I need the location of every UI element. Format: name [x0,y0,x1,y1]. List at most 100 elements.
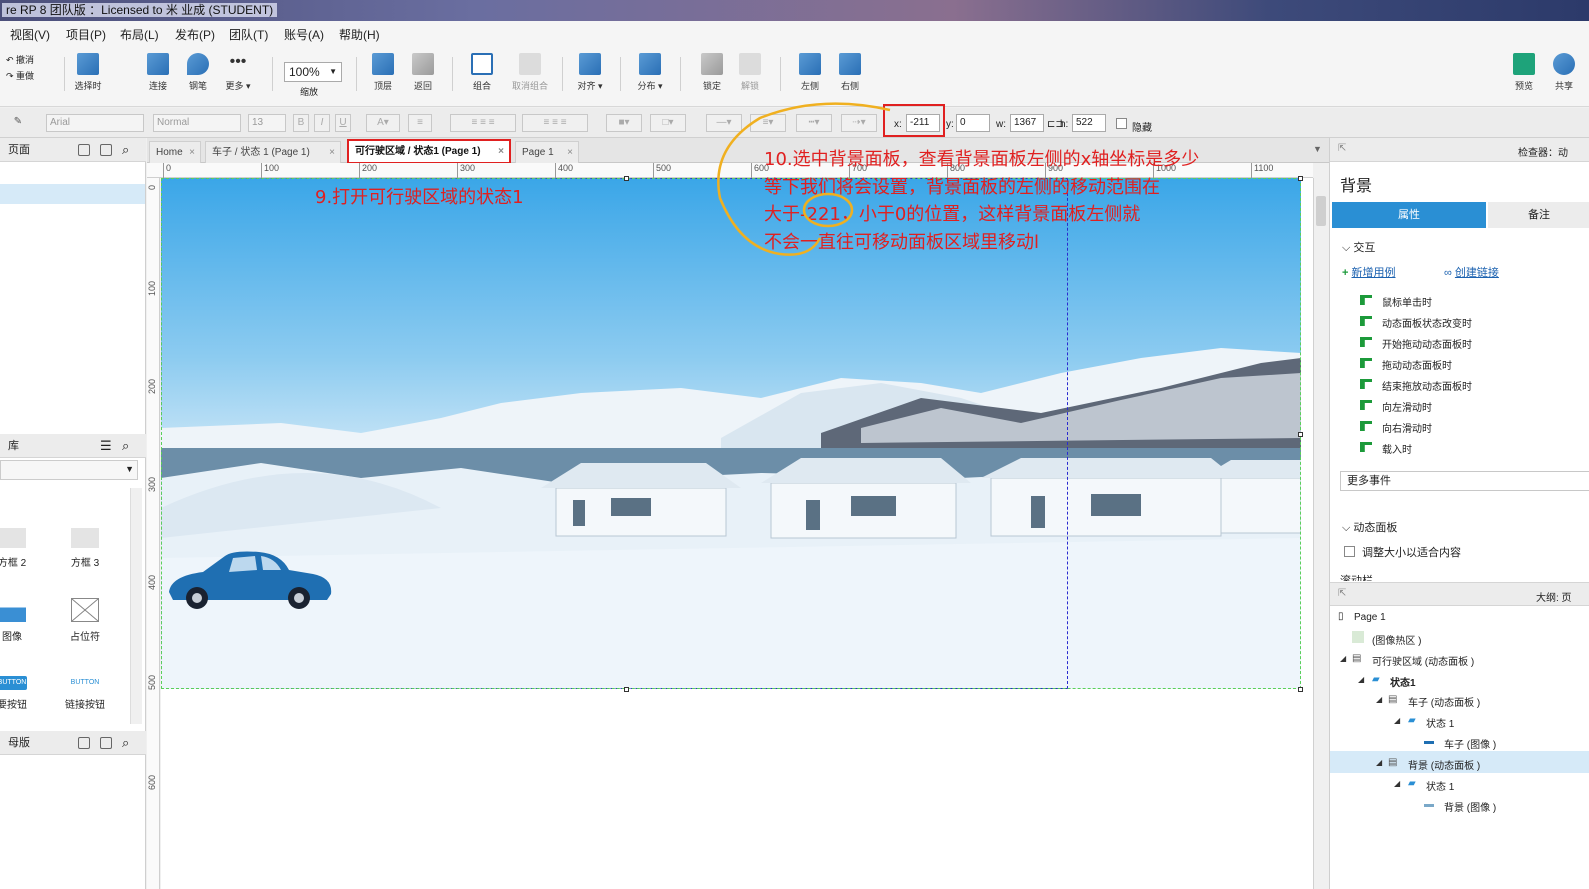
tab-overflow-icon[interactable]: ▼ [1313,144,1322,154]
event-state-change[interactable]: 动态面板状态改变时 [1382,315,1472,330]
resize-handle[interactable] [1298,176,1303,181]
resize-handle[interactable] [624,687,629,692]
unlock-button[interactable]: 解锁 [728,53,772,92]
right-button[interactable]: 右侧 [828,53,872,92]
library-item[interactable]: 图像 [0,598,42,643]
masters-search-icon[interactable]: ⌕ [122,731,129,755]
outline-collapse-icon[interactable]: ⇱ [1338,588,1346,599]
create-link[interactable]: ∞ 创建链接 [1444,264,1499,280]
left-button[interactable]: 左侧 [788,53,832,92]
library-search-icon[interactable]: ⌕ [122,434,129,458]
design-canvas[interactable] [161,176,1313,889]
bold-button[interactable]: B [293,114,309,132]
tab-page1[interactable]: Page 1 × [515,141,579,163]
resize-handle[interactable] [624,176,629,181]
outline-item-state1[interactable]: 状态1 [1390,674,1416,689]
menu-view[interactable]: 视图(V) [10,26,50,43]
h-input[interactable]: 522 [1072,114,1106,132]
bullet-button[interactable]: ≡ [408,114,432,132]
library-select[interactable]: ▼ [0,460,138,480]
menu-account[interactable]: 账号(A) [284,26,324,43]
redo-button[interactable]: ↷ 重做 [6,69,34,82]
add-master-icon[interactable] [78,737,90,749]
text-align-group[interactable]: ≡ ≡ ≡ [450,114,516,132]
collapse-icon[interactable]: ⇱ [1338,143,1346,154]
edit-style-icon[interactable]: ✎ [10,114,26,132]
close-icon[interactable]: × [567,142,573,164]
underline-button[interactable]: U [335,114,351,132]
y-input[interactable]: 0 [956,114,990,132]
event-click[interactable]: 鼠标单击时 [1382,294,1432,309]
undo-button[interactable]: ↶ 撤消 [6,53,34,66]
ungroup-button[interactable]: 取消组合 [504,53,556,92]
font-family-select[interactable]: Arial [46,114,144,132]
outline-item-page1[interactable]: Page 1 [1354,612,1386,623]
menu-help[interactable]: 帮助(H) [339,26,380,43]
scroll-thumb[interactable] [1316,196,1326,226]
italic-button[interactable]: I [314,114,330,132]
tab-drivable-area-state1[interactable]: 可行驶区域 / 状态1 (Page 1) × [347,139,511,164]
menu-team[interactable]: 团队(T) [229,26,268,43]
zoom-select[interactable]: 100% ▼ [284,62,342,82]
page-row-selected[interactable] [0,184,145,204]
add-page-icon[interactable] [78,144,90,156]
outline-item-drivable-area[interactable]: 可行驶区域 (动态面板 ) [1372,653,1474,668]
distribute-button[interactable]: 分布 ▾ [628,53,672,92]
group-button[interactable]: 组合 [460,53,504,92]
widget-name[interactable]: 背景 [1340,172,1372,196]
shadow-button[interactable]: □▾ [650,114,686,132]
font-size-select[interactable]: 13 [248,114,286,132]
event-drag[interactable]: 拖动动态面板时 [1382,357,1452,372]
bring-to-top-button[interactable]: 顶层 [361,53,405,92]
preview-button[interactable]: 预览 [1502,53,1546,92]
font-color-button[interactable]: A▾ [366,114,400,132]
event-swipe-left[interactable]: 向左滑动时 [1382,399,1432,414]
valign-group[interactable]: ≡ ≡ ≡ [522,114,588,132]
more-events-select[interactable]: 更多事件 [1340,471,1589,491]
resize-handle[interactable] [1298,432,1303,437]
close-icon[interactable]: × [498,141,504,163]
menu-icon[interactable]: ☰ [100,434,112,458]
library-item[interactable]: BUTTON 链接按钮 [55,676,115,711]
outline-item-hotspot[interactable]: (图像热区 ) [1372,632,1421,647]
outline-item-bg-panel[interactable]: 背景 (动态面板 ) [1408,757,1480,772]
library-item[interactable]: BUTTON 要按钮 [0,676,42,711]
fit-content-checkbox[interactable] [1344,546,1355,557]
event-drag-start[interactable]: 开始拖动动态面板时 [1382,336,1472,351]
library-item[interactable]: 方框 3 [55,528,115,569]
menu-project[interactable]: 项目(P) [66,26,106,43]
font-style-select[interactable]: Normal [153,114,241,132]
new-case-link[interactable]: + 新增用例 [1342,264,1396,280]
hidden-checkbox[interactable] [1116,118,1127,129]
canvas-scrollbar[interactable] [1313,178,1329,889]
library-item[interactable]: 方框 2 [0,528,42,569]
menu-publish[interactable]: 发布(P) [175,26,215,43]
fill-color-button[interactable]: ■▾ [606,114,642,132]
library-item[interactable]: 占位符 [55,598,115,643]
tab-properties[interactable]: 属性 [1332,202,1486,228]
w-input[interactable]: 1367 [1010,114,1044,132]
close-icon[interactable]: × [329,142,335,164]
resize-handle[interactable] [1298,687,1303,692]
interaction-section[interactable]: ⌵ 交互 [1342,239,1375,255]
event-drag-end[interactable]: 结束拖放动态面板时 [1382,378,1472,393]
share-button[interactable]: 共享 [1544,53,1584,92]
event-swipe-right[interactable]: 向右滑动时 [1382,420,1432,435]
outline-item-car-panel[interactable]: 车子 (动态面板 ) [1408,694,1480,709]
connect-button[interactable]: 连接 [136,53,180,92]
more-button[interactable]: ••• 更多 ▾ [216,53,260,92]
dynamic-panel-section[interactable]: ⌵ 动态面板 [1342,519,1397,535]
event-load[interactable]: 载入时 [1382,441,1412,456]
pen-button[interactable]: 钢笔 [176,53,220,92]
outline-item-bg-image[interactable]: 背景 (图像 ) [1444,799,1496,814]
add-master-folder-icon[interactable] [100,737,112,749]
library-scrollbar[interactable] [130,488,142,724]
menu-layout[interactable]: 布局(L) [120,26,159,43]
send-back-button[interactable]: 返回 [401,53,445,92]
tab-car-state[interactable]: 车子 / 状态 1 (Page 1) × [205,141,341,163]
search-icon[interactable]: ⌕ [122,138,129,162]
tab-notes[interactable]: 备注 [1488,202,1589,228]
outline-item-car-state1[interactable]: 状态 1 [1426,715,1454,730]
select-mode-button[interactable]: 选择时 [66,53,110,92]
outline-item-bg-state1[interactable]: 状态 1 [1426,778,1454,793]
